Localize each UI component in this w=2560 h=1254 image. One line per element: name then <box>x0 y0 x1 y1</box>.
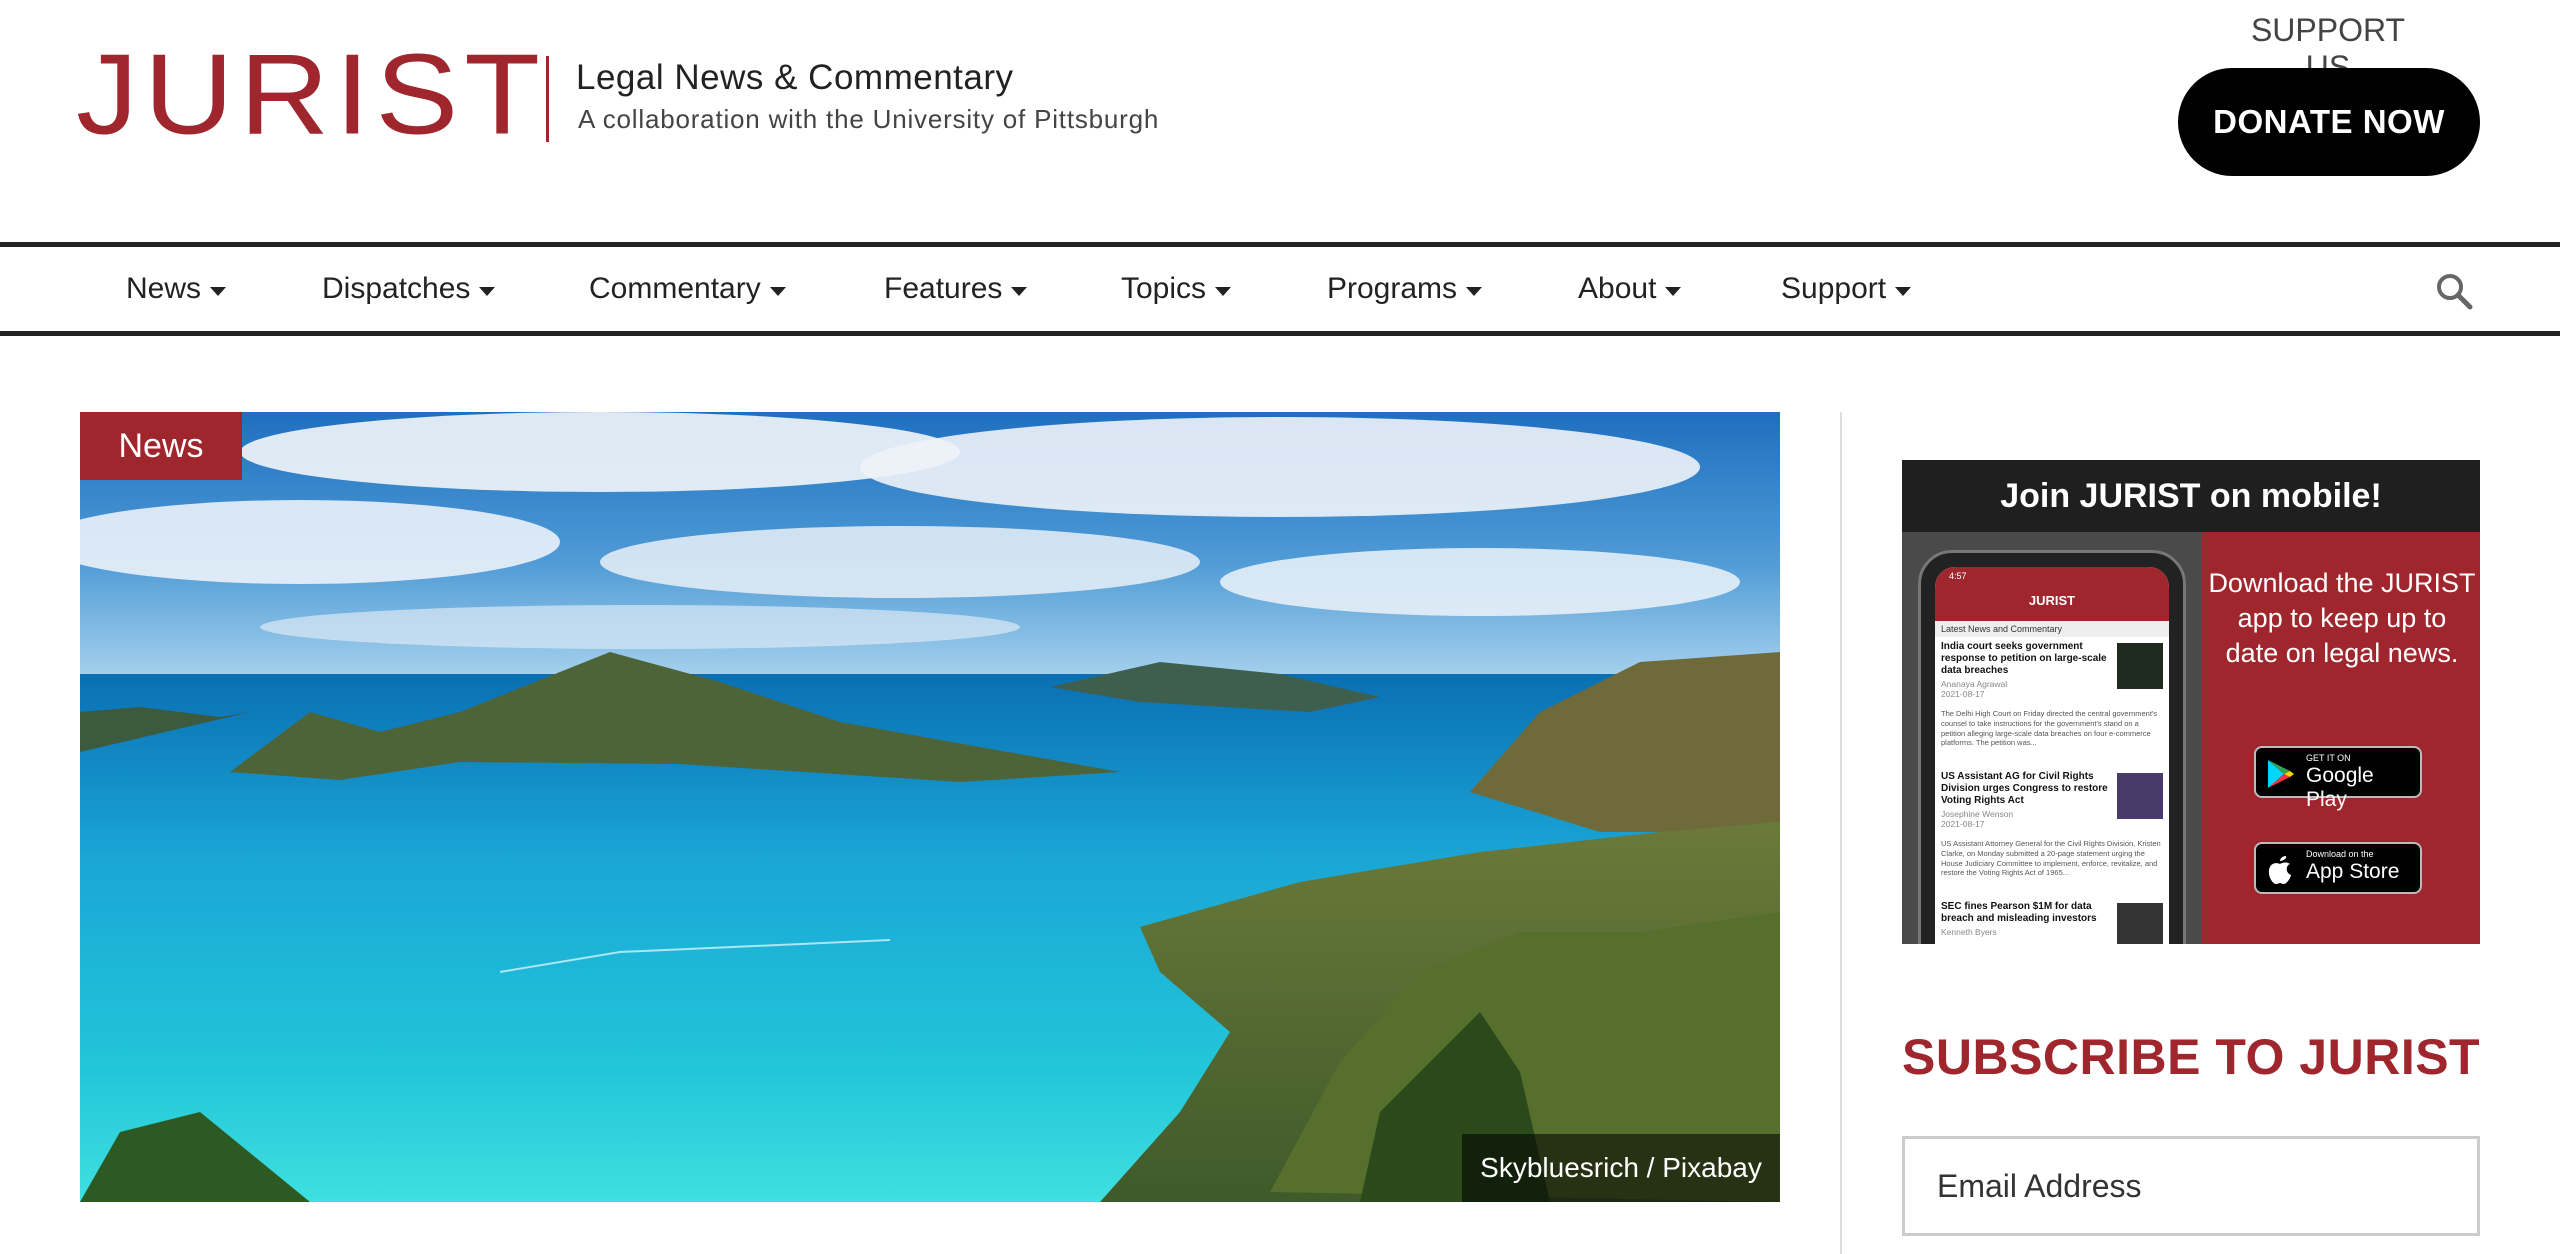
nav-item-support[interactable]: Support <box>1781 247 1912 331</box>
google-play-big: Google Play <box>2306 764 2374 811</box>
caret-down-icon <box>1215 286 1232 296</box>
nav-item-label: Dispatches <box>322 272 471 305</box>
nav-item-label: Commentary <box>589 272 761 305</box>
caret-down-icon <box>769 286 786 296</box>
column-divider <box>1840 412 1842 1254</box>
nav-item-news[interactable]: News <box>126 247 227 331</box>
nav-item-commentary[interactable]: Commentary <box>589 247 786 331</box>
logo-divider <box>546 56 549 142</box>
subscribe-heading: SUBSCRIBE TO JURIST <box>1902 1029 2481 1085</box>
phone-news-title: US Assistant AG for Civil Rights Divisio… <box>1941 771 2108 806</box>
phone-news-thumbnail <box>2117 903 2163 944</box>
app-promo-title: Join JURIST on mobile! <box>1902 460 2480 532</box>
nav-item-about[interactable]: About <box>1578 247 1682 331</box>
donate-now-button[interactable]: DONATE NOW <box>2178 68 2480 176</box>
phone-frame: 4:57 JURIST Latest News and Commentary I… <box>1918 550 2186 944</box>
app-promo-text: Download the JURIST app to keep up to da… <box>2208 568 2476 669</box>
google-play-small: GET IT ON <box>2306 753 2351 763</box>
image-credit: Skybluesrich / Pixabay <box>1462 1134 1780 1202</box>
app-promo[interactable]: Join JURIST on mobile! 4:57 JURIST Lates… <box>1902 460 2480 944</box>
phone-news-body: The Delhi High Court on Friday directed … <box>1941 709 2158 748</box>
main-nav: News Dispatches Commentary Features Topi… <box>0 242 2560 336</box>
nav-item-features[interactable]: Features <box>884 247 1028 331</box>
nav-item-topics[interactable]: Topics <box>1121 247 1232 331</box>
search-icon[interactable] <box>2434 271 2474 311</box>
category-tag[interactable]: News <box>80 412 242 480</box>
phone-news-date: 2021-08-17 <box>1941 689 1985 699</box>
caret-down-icon <box>1011 286 1028 296</box>
phone-subtitle: Latest News and Commentary <box>1935 621 2169 637</box>
phone-news-body: US Assistant Attorney General for the Ci… <box>1941 839 2161 878</box>
site-header: JURIST Legal News & Commentary A collabo… <box>0 0 2560 242</box>
app-store-small: Download on the <box>2306 849 2374 859</box>
app-store-button[interactable]: Download on the App Store <box>2254 842 2422 894</box>
phone-news-thumbnail <box>2117 643 2163 689</box>
app-store-big: App Store <box>2306 860 2400 883</box>
phone-news-title: SEC fines Pearson $1M for data breach an… <box>1941 901 2097 924</box>
jurist-logo[interactable]: JURIST <box>76 38 546 152</box>
phone-app-title: JURIST <box>2028 593 2076 608</box>
phone-news-thumbnail <box>2117 773 2163 819</box>
hero-image[interactable] <box>80 412 1780 1202</box>
caret-down-icon <box>210 286 227 296</box>
nav-item-label: News <box>126 272 202 305</box>
nav-item-programs[interactable]: Programs <box>1327 247 1483 331</box>
nav-item-label: Programs <box>1327 272 1458 305</box>
apple-icon <box>2268 856 2291 884</box>
nav-item-label: Topics <box>1121 272 1207 305</box>
nav-item-label: About <box>1578 272 1657 305</box>
phone-news-item: SEC fines Pearson $1M for data breach an… <box>1935 897 2169 944</box>
site-subtagline: A collaboration with the University of P… <box>578 104 1160 134</box>
phone-news-title: India court seeks government response to… <box>1941 641 2107 676</box>
caret-down-icon <box>479 286 496 296</box>
nav-item-dispatches[interactable]: Dispatches <box>322 247 496 331</box>
phone-news-item: US Assistant AG for Civil Rights Divisio… <box>1935 767 2169 897</box>
google-play-button[interactable]: GET IT ON Google Play <box>2254 746 2422 811</box>
phone-mockup: 4:57 JURIST Latest News and Commentary I… <box>1902 532 2202 944</box>
caret-down-icon <box>1466 286 1483 296</box>
nav-item-label: Support <box>1781 272 1887 305</box>
phone-app-bar: 4:57 JURIST <box>1935 567 2169 621</box>
phone-screen: 4:57 JURIST Latest News and Commentary I… <box>1935 567 2169 944</box>
caret-down-icon <box>1895 286 1912 296</box>
caret-down-icon <box>1665 286 1682 296</box>
phone-time: 4:57 <box>1949 571 1967 581</box>
google-play-icon <box>2268 760 2294 788</box>
nav-item-label: Features <box>884 272 1003 305</box>
site-tagline: Legal News & Commentary <box>576 58 1014 97</box>
email-field[interactable] <box>1902 1136 2480 1236</box>
phone-news-item: India court seeks government response to… <box>1935 637 2169 767</box>
phone-news-date: 2021-08-17 <box>1941 819 1985 829</box>
